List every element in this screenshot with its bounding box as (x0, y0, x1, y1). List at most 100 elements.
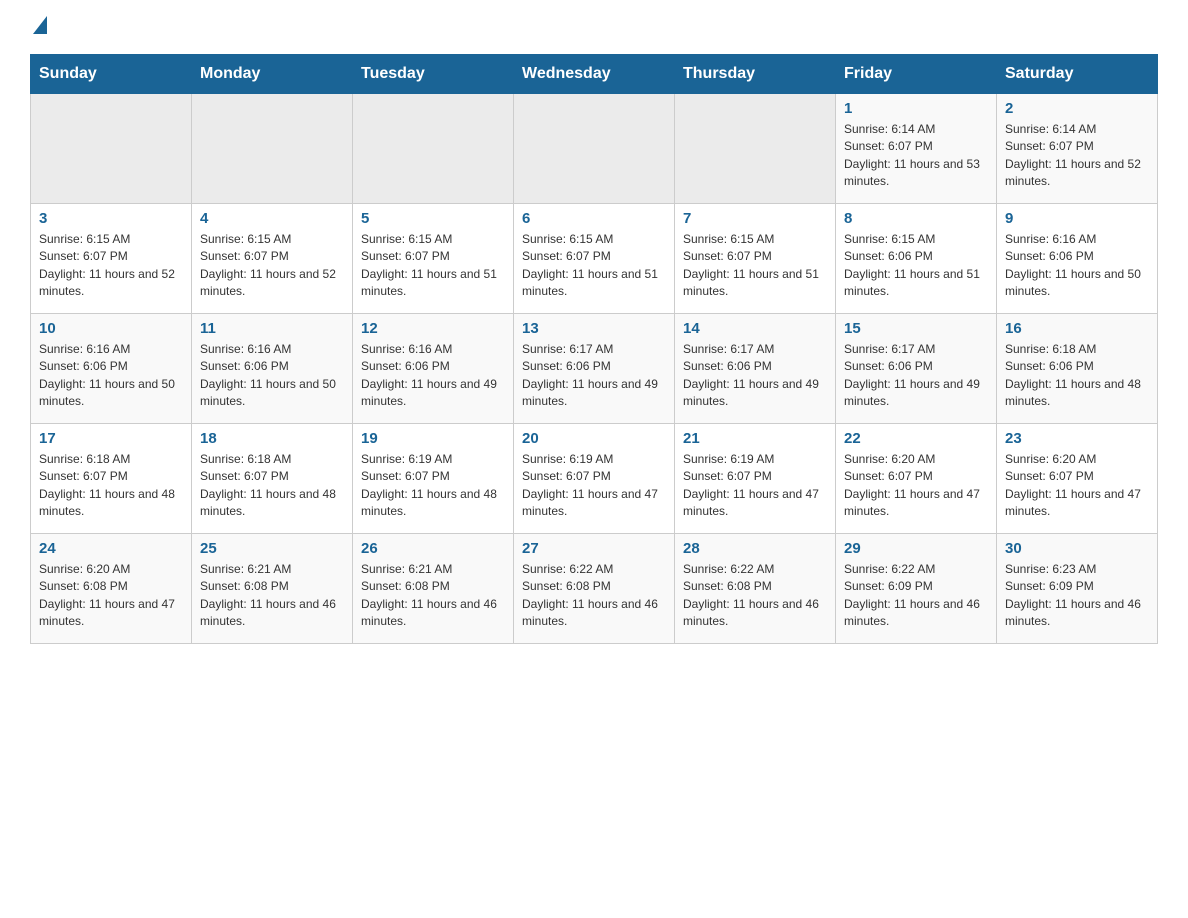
calendar-cell: 8 Sunrise: 6:15 AMSunset: 6:06 PMDaylight… (836, 204, 997, 314)
calendar-week-row: 17 Sunrise: 6:18 AMSunset: 6:07 PMDayligh… (31, 424, 1158, 534)
calendar-cell: 20 Sunrise: 6:19 AMSunset: 6:07 PMDayligh… (514, 424, 675, 534)
calendar-cell: 28 Sunrise: 6:22 AMSunset: 6:08 PMDayligh… (675, 534, 836, 644)
day-number: 17 (39, 430, 183, 447)
sun-info: Sunrise: 6:18 AMSunset: 6:06 PMDaylight:… (1005, 341, 1149, 411)
sun-info: Sunrise: 6:15 AMSunset: 6:07 PMDaylight:… (683, 231, 827, 301)
sun-info: Sunrise: 6:22 AMSunset: 6:08 PMDaylight:… (522, 561, 666, 631)
calendar-cell: 22 Sunrise: 6:20 AMSunset: 6:07 PMDayligh… (836, 424, 997, 534)
day-number: 20 (522, 430, 666, 447)
calendar-week-row: 3 Sunrise: 6:15 AMSunset: 6:07 PMDaylight… (31, 204, 1158, 314)
calendar-cell: 29 Sunrise: 6:22 AMSunset: 6:09 PMDayligh… (836, 534, 997, 644)
sun-info: Sunrise: 6:14 AMSunset: 6:07 PMDaylight:… (844, 121, 988, 191)
sun-info: Sunrise: 6:22 AMSunset: 6:08 PMDaylight:… (683, 561, 827, 631)
logo-triangle-icon (33, 16, 47, 34)
sun-info: Sunrise: 6:20 AMSunset: 6:07 PMDaylight:… (1005, 451, 1149, 521)
col-wednesday: Wednesday (514, 55, 675, 94)
sun-info: Sunrise: 6:20 AMSunset: 6:08 PMDaylight:… (39, 561, 183, 631)
day-number: 29 (844, 540, 988, 557)
calendar-cell (514, 94, 675, 204)
calendar-cell: 18 Sunrise: 6:18 AMSunset: 6:07 PMDayligh… (192, 424, 353, 534)
day-number: 21 (683, 430, 827, 447)
calendar-cell: 13 Sunrise: 6:17 AMSunset: 6:06 PMDayligh… (514, 314, 675, 424)
col-saturday: Saturday (997, 55, 1158, 94)
calendar-cell: 19 Sunrise: 6:19 AMSunset: 6:07 PMDayligh… (353, 424, 514, 534)
day-number: 24 (39, 540, 183, 557)
calendar-cell: 17 Sunrise: 6:18 AMSunset: 6:07 PMDayligh… (31, 424, 192, 534)
day-number: 28 (683, 540, 827, 557)
calendar-cell: 25Sunrise: 6:21 AMSunset: 6:08 PMDayligh… (192, 534, 353, 644)
sun-info: Sunrise: 6:16 AMSunset: 6:06 PMDaylight:… (361, 341, 505, 411)
day-number: 30 (1005, 540, 1149, 557)
calendar-cell: 5 Sunrise: 6:15 AMSunset: 6:07 PMDaylight… (353, 204, 514, 314)
calendar-cell: 12 Sunrise: 6:16 AMSunset: 6:06 PMDayligh… (353, 314, 514, 424)
day-number: 22 (844, 430, 988, 447)
calendar-cell: 16 Sunrise: 6:18 AMSunset: 6:06 PMDayligh… (997, 314, 1158, 424)
day-number: 19 (361, 430, 505, 447)
calendar-cell: 27Sunrise: 6:22 AMSunset: 6:08 PMDayligh… (514, 534, 675, 644)
day-number: 2 (1005, 100, 1149, 117)
sun-info: Sunrise: 6:16 AMSunset: 6:06 PMDaylight:… (39, 341, 183, 411)
sun-info: Sunrise: 6:18 AMSunset: 6:07 PMDaylight:… (39, 451, 183, 521)
sun-info: Sunrise: 6:19 AMSunset: 6:07 PMDaylight:… (361, 451, 505, 521)
day-number: 8 (844, 210, 988, 227)
day-number: 12 (361, 320, 505, 337)
calendar-cell: 11 Sunrise: 6:16 AMSunset: 6:06 PMDayligh… (192, 314, 353, 424)
calendar-cell: 3 Sunrise: 6:15 AMSunset: 6:07 PMDaylight… (31, 204, 192, 314)
sun-info: Sunrise: 6:18 AMSunset: 6:07 PMDaylight:… (200, 451, 344, 521)
calendar-table: Sunday Monday Tuesday Wednesday Thursday… (30, 54, 1158, 644)
calendar-cell (192, 94, 353, 204)
page-header (30, 20, 1158, 34)
day-number: 6 (522, 210, 666, 227)
sun-info: Sunrise: 6:17 AMSunset: 6:06 PMDaylight:… (844, 341, 988, 411)
day-number: 13 (522, 320, 666, 337)
day-number: 1 (844, 100, 988, 117)
sun-info: Sunrise: 6:16 AMSunset: 6:06 PMDaylight:… (1005, 231, 1149, 301)
calendar-cell: 14Sunrise: 6:17 AMSunset: 6:06 PMDayligh… (675, 314, 836, 424)
calendar-cell (675, 94, 836, 204)
calendar-cell: 9 Sunrise: 6:16 AMSunset: 6:06 PMDaylight… (997, 204, 1158, 314)
day-number: 4 (200, 210, 344, 227)
sun-info: Sunrise: 6:23 AMSunset: 6:09 PMDaylight:… (1005, 561, 1149, 631)
sun-info: Sunrise: 6:15 AMSunset: 6:06 PMDaylight:… (844, 231, 988, 301)
sun-info: Sunrise: 6:21 AMSunset: 6:08 PMDaylight:… (200, 561, 344, 631)
day-number: 3 (39, 210, 183, 227)
calendar-cell: 2 Sunrise: 6:14 AMSunset: 6:07 PMDaylight… (997, 94, 1158, 204)
calendar-cell: 4 Sunrise: 6:15 AMSunset: 6:07 PMDaylight… (192, 204, 353, 314)
calendar-cell: 1 Sunrise: 6:14 AMSunset: 6:07 PMDaylight… (836, 94, 997, 204)
calendar-week-row: 24 Sunrise: 6:20 AMSunset: 6:08 PMDayligh… (31, 534, 1158, 644)
calendar-cell: 26Sunrise: 6:21 AMSunset: 6:08 PMDayligh… (353, 534, 514, 644)
calendar-cell (353, 94, 514, 204)
day-number: 9 (1005, 210, 1149, 227)
day-number: 5 (361, 210, 505, 227)
sun-info: Sunrise: 6:14 AMSunset: 6:07 PMDaylight:… (1005, 121, 1149, 191)
sun-info: Sunrise: 6:17 AMSunset: 6:06 PMDaylight:… (522, 341, 666, 411)
sun-info: Sunrise: 6:16 AMSunset: 6:06 PMDaylight:… (200, 341, 344, 411)
day-number: 10 (39, 320, 183, 337)
day-number: 11 (200, 320, 344, 337)
calendar-cell: 7Sunrise: 6:15 AMSunset: 6:07 PMDaylight… (675, 204, 836, 314)
sun-info: Sunrise: 6:19 AMSunset: 6:07 PMDaylight:… (683, 451, 827, 521)
col-thursday: Thursday (675, 55, 836, 94)
calendar-header-row: Sunday Monday Tuesday Wednesday Thursday… (31, 55, 1158, 94)
calendar-cell: 10 Sunrise: 6:16 AMSunset: 6:06 PMDayligh… (31, 314, 192, 424)
calendar-cell: 30 Sunrise: 6:23 AMSunset: 6:09 PMDayligh… (997, 534, 1158, 644)
calendar-cell (31, 94, 192, 204)
sun-info: Sunrise: 6:20 AMSunset: 6:07 PMDaylight:… (844, 451, 988, 521)
col-friday: Friday (836, 55, 997, 94)
sun-info: Sunrise: 6:15 AMSunset: 6:07 PMDaylight:… (200, 231, 344, 301)
calendar-week-row: 10 Sunrise: 6:16 AMSunset: 6:06 PMDayligh… (31, 314, 1158, 424)
day-number: 15 (844, 320, 988, 337)
col-sunday: Sunday (31, 55, 192, 94)
day-number: 23 (1005, 430, 1149, 447)
sun-info: Sunrise: 6:21 AMSunset: 6:08 PMDaylight:… (361, 561, 505, 631)
sun-info: Sunrise: 6:15 AMSunset: 6:07 PMDaylight:… (361, 231, 505, 301)
calendar-cell: 15 Sunrise: 6:17 AMSunset: 6:06 PMDayligh… (836, 314, 997, 424)
calendar-cell: 24 Sunrise: 6:20 AMSunset: 6:08 PMDayligh… (31, 534, 192, 644)
sun-info: Sunrise: 6:19 AMSunset: 6:07 PMDaylight:… (522, 451, 666, 521)
sun-info: Sunrise: 6:22 AMSunset: 6:09 PMDaylight:… (844, 561, 988, 631)
day-number: 18 (200, 430, 344, 447)
col-monday: Monday (192, 55, 353, 94)
day-number: 14 (683, 320, 827, 337)
day-number: 16 (1005, 320, 1149, 337)
sun-info: Sunrise: 6:15 AMSunset: 6:07 PMDaylight:… (39, 231, 183, 301)
